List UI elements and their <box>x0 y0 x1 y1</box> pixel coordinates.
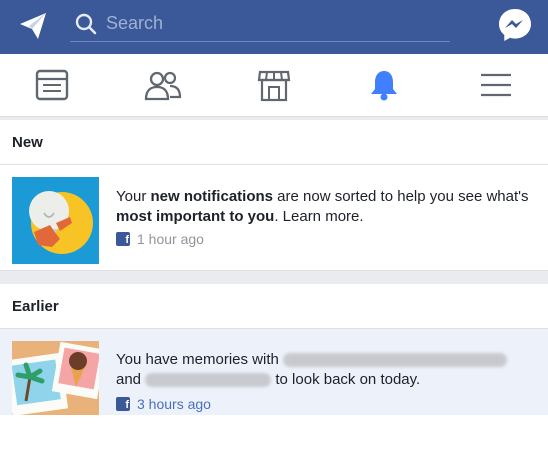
notification-time: 1 hour ago <box>137 231 204 247</box>
redacted-names <box>283 353 508 368</box>
tab-friends[interactable] <box>139 64 187 106</box>
tab-news-feed[interactable] <box>28 64 76 106</box>
section-title: New <box>12 134 43 151</box>
top-bar: Search <box>0 0 548 54</box>
news-feed-icon <box>35 69 69 101</box>
text-segment: are now sorted to help you see what's <box>273 188 529 205</box>
friends-icon <box>144 71 182 101</box>
text-segment: . Learn more. <box>274 208 364 225</box>
messenger-icon[interactable] <box>496 6 534 44</box>
text-segment: Your <box>116 188 151 205</box>
search-underline <box>70 41 450 42</box>
search-field[interactable]: Search <box>70 6 450 42</box>
facebook-icon: f <box>116 232 130 246</box>
tab-menu[interactable] <box>472 64 520 106</box>
tab-bar <box>0 54 548 117</box>
search-placeholder: Search <box>106 13 164 33</box>
section-title: Earlier <box>12 298 59 315</box>
hamburger-menu-icon <box>481 73 511 97</box>
section-header-earlier: Earlier <box>0 284 548 328</box>
facebook-icon: f <box>116 397 130 411</box>
tab-marketplace[interactable] <box>250 64 298 106</box>
notification-item[interactable]: Your new notifications are now sorted to… <box>0 165 548 270</box>
text-segment: and <box>116 371 142 388</box>
tab-notifications[interactable] <box>360 64 408 106</box>
search-icon <box>75 13 97 35</box>
text-segment: You have memories with <box>116 351 279 368</box>
notification-text: You have memories with and to look back … <box>116 350 536 390</box>
notification-meta: f 1 hour ago <box>116 231 204 247</box>
notification-meta: f 3 hours ago <box>116 396 211 412</box>
text-segment: to look back on today. <box>275 371 421 388</box>
paper-plane-icon[interactable] <box>16 9 50 43</box>
marketplace-icon <box>257 70 291 102</box>
notification-time: 3 hours ago <box>137 396 211 412</box>
section-gap <box>0 270 548 284</box>
lightbulb-thumbnail <box>12 177 99 264</box>
notification-item-unread[interactable]: You have memories with and to look back … <box>0 329 548 415</box>
memories-thumbnail <box>12 341 99 415</box>
text-bold: new notifications <box>150 188 273 205</box>
redacted-name <box>145 373 272 388</box>
notification-text: Your new notifications are now sorted to… <box>116 187 536 227</box>
bell-icon <box>371 71 397 101</box>
text-bold: most important to you <box>116 208 275 225</box>
section-header-new: New <box>0 120 548 164</box>
